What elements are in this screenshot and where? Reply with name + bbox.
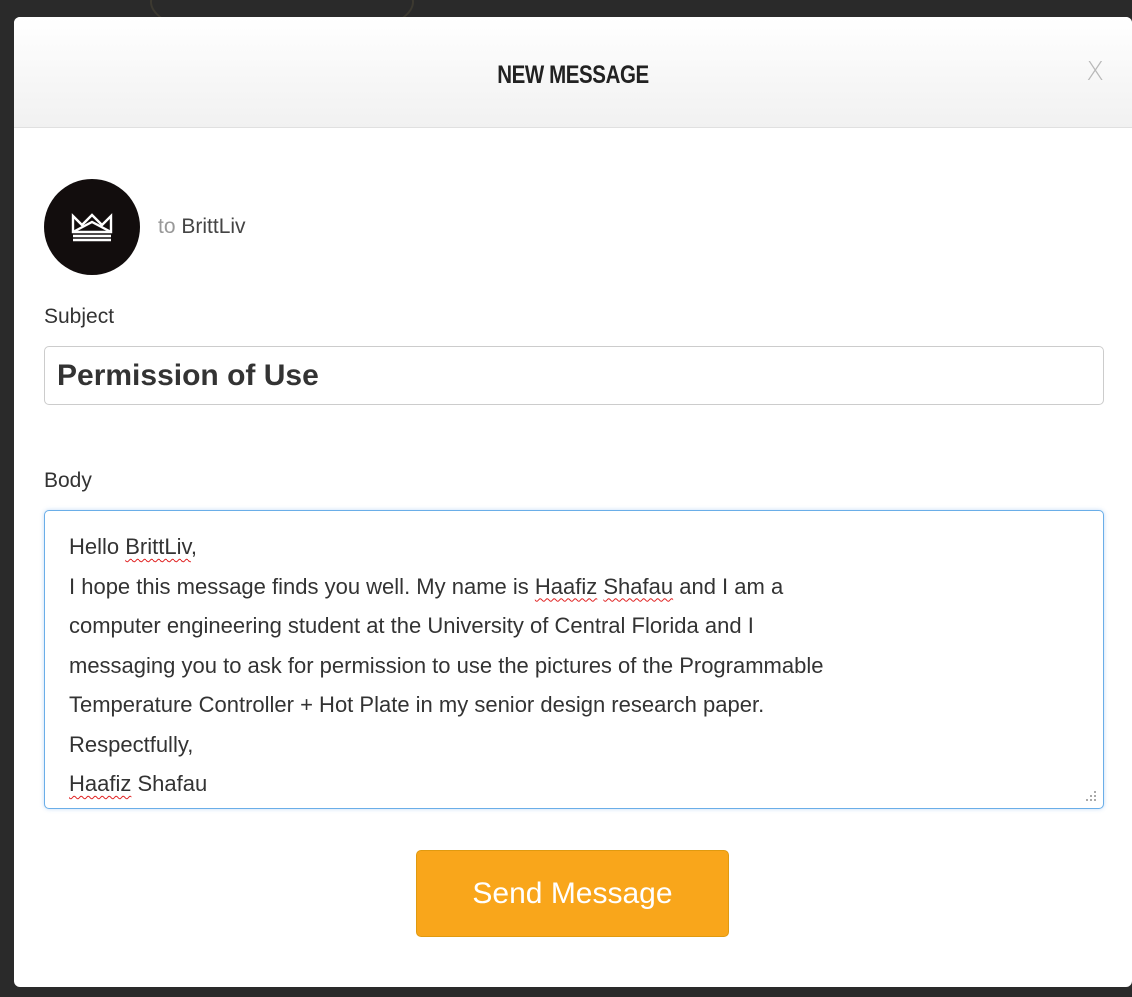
subject-value: Permission of Use: [57, 358, 319, 392]
avatar: [44, 179, 140, 275]
resize-grip-icon[interactable]: [1084, 789, 1098, 803]
close-button[interactable]: X: [1086, 57, 1104, 87]
body-line: messaging you to ask for permission to u…: [69, 646, 1079, 686]
body-text: Shafau: [131, 771, 208, 796]
modal-header: NEW MESSAGE X: [14, 17, 1132, 128]
body-line: Haafiz Shafau: [69, 764, 1079, 804]
body-line: I hope this message finds you well. My n…: [69, 567, 1079, 607]
body-text: Temperature Controller + Hot Plate in my…: [69, 692, 765, 717]
body-line: Hello BrittLiv,: [69, 527, 1079, 567]
subject-label: Subject: [44, 305, 115, 328]
recipient-label: to BrittLiv: [158, 215, 246, 239]
body-text: Respectfully,: [69, 731, 194, 757]
subject-input[interactable]: Permission of Use: [44, 346, 1104, 405]
modal-title: NEW MESSAGE: [497, 61, 649, 89]
body-line: Respectfully,: [69, 725, 1079, 765]
body-textarea[interactable]: Hello BrittLiv, I hope this message finds…: [44, 510, 1104, 809]
body-text: computer engineering student at the Univ…: [69, 613, 754, 638]
body-text: messaging you to ask for permission to u…: [69, 652, 824, 678]
body-text: and I am a: [673, 573, 784, 599]
send-message-button[interactable]: Send Message: [416, 850, 729, 937]
body-line: computer engineering student at the Univ…: [69, 606, 1079, 646]
crown-icon: [71, 213, 113, 242]
recipient-name[interactable]: BrittLiv: [181, 215, 245, 238]
misspelled-word: Haafiz: [534, 573, 598, 599]
new-message-modal: NEW MESSAGE X to BrittLiv Subject Permis…: [14, 17, 1132, 987]
recipient-row: to BrittLiv: [44, 179, 246, 275]
recipient-prefix: to: [158, 215, 176, 238]
body-label: Body: [44, 469, 92, 492]
misspelled-word: Haafiz: [69, 771, 132, 796]
body-line: Temperature Controller + Hot Plate in my…: [69, 685, 1079, 725]
misspelled-word: Shafau: [603, 573, 674, 599]
body-text: ,: [190, 534, 197, 559]
body-text: I hope this message finds you well. My n…: [69, 573, 535, 599]
body-text: Hello: [69, 534, 126, 559]
misspelled-word: BrittLiv: [125, 534, 191, 559]
